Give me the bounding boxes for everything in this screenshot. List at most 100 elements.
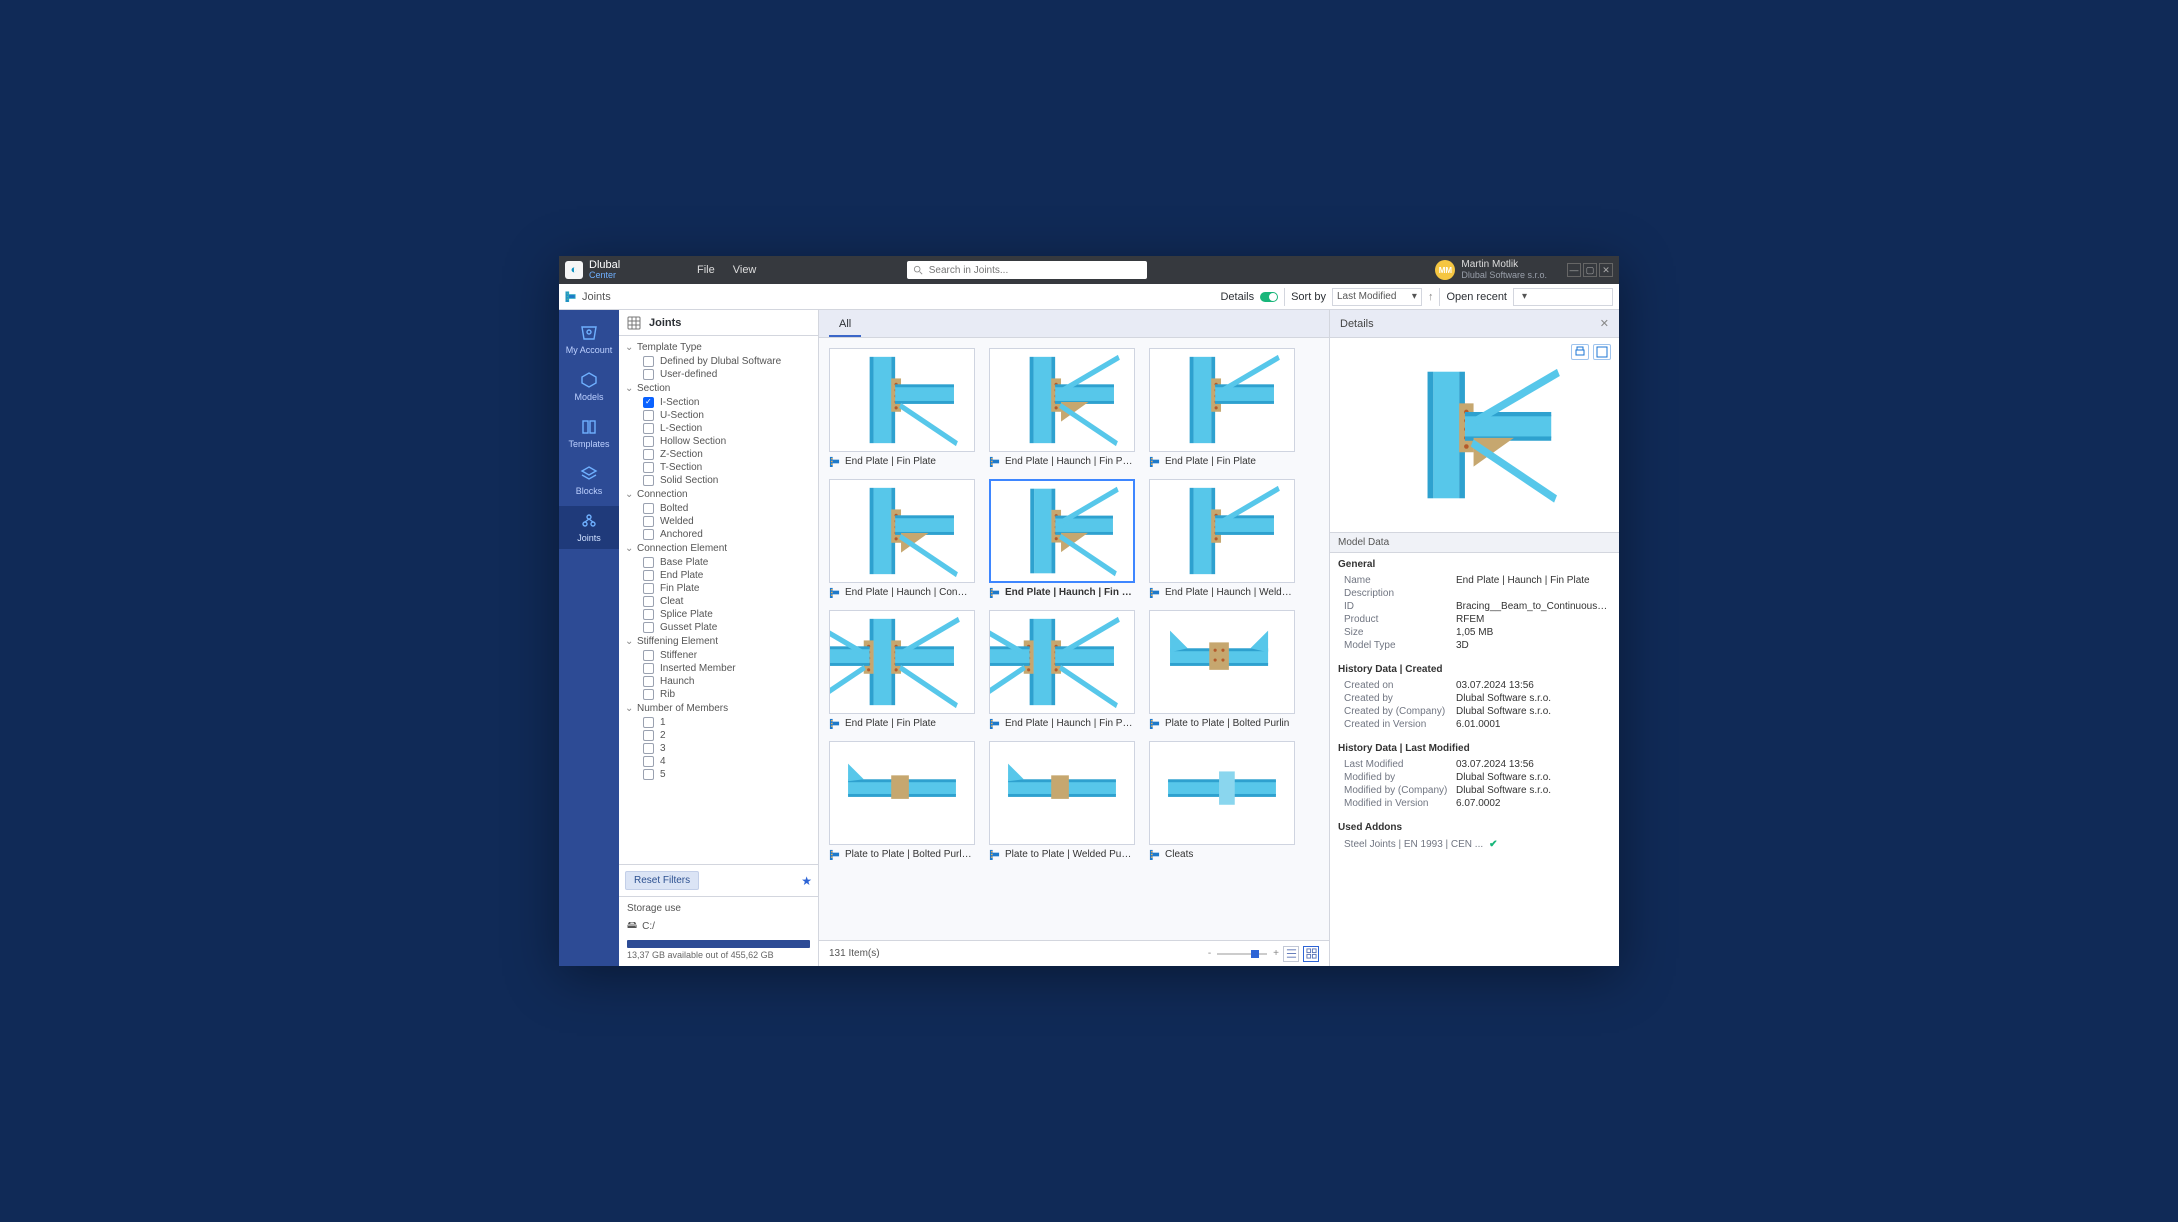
- joint-card[interactable]: Plate to Plate | Welded Purli...: [989, 741, 1135, 860]
- checkbox[interactable]: [643, 397, 654, 408]
- filter-label: Fin Plate: [660, 583, 699, 594]
- joint-card[interactable]: End Plate | Haunch | Welded ...: [1149, 479, 1295, 598]
- window-max[interactable]: ▢: [1583, 263, 1597, 277]
- filter-item[interactable]: End Plate: [643, 569, 818, 582]
- menu-view[interactable]: View: [733, 264, 757, 276]
- checkbox[interactable]: [643, 436, 654, 447]
- filter-item[interactable]: User-defined: [643, 368, 818, 381]
- filter-item[interactable]: Solid Section: [643, 474, 818, 487]
- tab-all[interactable]: All: [829, 313, 861, 337]
- checkbox[interactable]: [643, 622, 654, 633]
- checkbox[interactable]: [643, 769, 654, 780]
- checkbox[interactable]: [643, 503, 654, 514]
- filter-label: User-defined: [660, 369, 717, 380]
- zoom-control[interactable]: -+: [1208, 948, 1279, 959]
- checkbox[interactable]: [643, 583, 654, 594]
- filter-item[interactable]: 3: [643, 742, 818, 755]
- checkbox[interactable]: [643, 689, 654, 700]
- checkbox[interactable]: [643, 743, 654, 754]
- filter-group[interactable]: ⌄Number of Members: [625, 701, 818, 716]
- details-toggle[interactable]: [1260, 292, 1278, 302]
- checkbox[interactable]: [643, 676, 654, 687]
- joint-card[interactable]: End Plate | Haunch | Fin Plate: [989, 610, 1135, 729]
- nav-item-my-account[interactable]: My Account: [559, 318, 619, 361]
- nav-item-joints[interactable]: Joints: [559, 506, 619, 549]
- user-area[interactable]: MM Martin Motlik Dlubal Software s.r.o.: [1435, 260, 1547, 280]
- print-button[interactable]: [1571, 344, 1589, 360]
- filter-item[interactable]: Anchored: [643, 528, 818, 541]
- checkbox[interactable]: [643, 410, 654, 421]
- filter-item[interactable]: Bolted: [643, 502, 818, 515]
- filter-item[interactable]: U-Section: [643, 409, 818, 422]
- joint-card[interactable]: End Plate | Fin Plate: [829, 610, 975, 729]
- window-close[interactable]: ✕: [1599, 263, 1613, 277]
- checkbox[interactable]: [643, 475, 654, 486]
- window-min[interactable]: —: [1567, 263, 1581, 277]
- filter-item[interactable]: Rib: [643, 688, 818, 701]
- filter-item[interactable]: Hollow Section: [643, 435, 818, 448]
- view-grid-button[interactable]: [1303, 946, 1319, 962]
- nav-item-templates[interactable]: Templates: [559, 412, 619, 455]
- joint-card[interactable]: End Plate | Haunch | Connec...: [829, 479, 975, 598]
- checkbox[interactable]: [643, 369, 654, 380]
- nav-item-models[interactable]: Models: [559, 365, 619, 408]
- checkbox[interactable]: [643, 596, 654, 607]
- filter-item[interactable]: Inserted Member: [643, 662, 818, 675]
- checkbox[interactable]: [643, 717, 654, 728]
- filter-group[interactable]: ⌄Connection Element: [625, 541, 818, 556]
- checkbox[interactable]: [643, 663, 654, 674]
- joint-card[interactable]: Plate to Plate | Bolted Purlin: [1149, 610, 1295, 729]
- close-icon[interactable]: ✕: [1600, 317, 1609, 330]
- favorite-icon[interactable]: ★: [801, 874, 812, 888]
- checkbox[interactable]: [643, 557, 654, 568]
- sortby-select[interactable]: Last Modified ▾: [1332, 288, 1422, 306]
- joint-card[interactable]: Plate to Plate | Bolted Purlin ...: [829, 741, 975, 860]
- open-recent-select[interactable]: ▾: [1513, 288, 1613, 306]
- checkbox[interactable]: [643, 356, 654, 367]
- checkbox[interactable]: [643, 756, 654, 767]
- checkbox[interactable]: [643, 730, 654, 741]
- fullscreen-button[interactable]: [1593, 344, 1611, 360]
- checkbox[interactable]: [643, 609, 654, 620]
- filter-item[interactable]: T-Section: [643, 461, 818, 474]
- joint-card[interactable]: End Plate | Haunch | Fin Plate: [989, 348, 1135, 467]
- view-list-button[interactable]: [1283, 946, 1299, 962]
- joint-card[interactable]: Cleats: [1149, 741, 1295, 860]
- checkbox[interactable]: [643, 516, 654, 527]
- filter-item[interactable]: L-Section: [643, 422, 818, 435]
- filter-item[interactable]: 1: [643, 716, 818, 729]
- filter-item[interactable]: Welded: [643, 515, 818, 528]
- filter-group[interactable]: ⌄Template Type: [625, 340, 818, 355]
- joint-card[interactable]: End Plate | Fin Plate: [1149, 348, 1295, 467]
- filter-group[interactable]: ⌄Connection: [625, 487, 818, 502]
- filter-item[interactable]: Stiffener: [643, 649, 818, 662]
- checkbox[interactable]: [643, 529, 654, 540]
- filter-item[interactable]: Defined by Dlubal Software: [643, 355, 818, 368]
- filter-item[interactable]: Gusset Plate: [643, 621, 818, 634]
- filter-item[interactable]: 5: [643, 768, 818, 781]
- checkbox[interactable]: [643, 449, 654, 460]
- search-input[interactable]: [907, 261, 1147, 279]
- sort-direction[interactable]: ↑: [1428, 291, 1434, 303]
- filter-group[interactable]: ⌄Section: [625, 381, 818, 396]
- search-field[interactable]: [927, 264, 1141, 277]
- filter-group[interactable]: ⌄Stiffening Element: [625, 634, 818, 649]
- joint-card[interactable]: End Plate | Haunch | Fin Pl...: [989, 479, 1135, 598]
- filter-item[interactable]: Haunch: [643, 675, 818, 688]
- reset-filters-button[interactable]: Reset Filters: [625, 871, 699, 890]
- filter-item[interactable]: Fin Plate: [643, 582, 818, 595]
- filter-item[interactable]: I-Section: [643, 396, 818, 409]
- filter-item[interactable]: Cleat: [643, 595, 818, 608]
- filter-item[interactable]: 4: [643, 755, 818, 768]
- checkbox[interactable]: [643, 462, 654, 473]
- filter-item[interactable]: Base Plate: [643, 556, 818, 569]
- joint-card[interactable]: End Plate | Fin Plate: [829, 348, 975, 467]
- filter-item[interactable]: 2: [643, 729, 818, 742]
- menu-file[interactable]: File: [697, 264, 715, 276]
- checkbox[interactable]: [643, 423, 654, 434]
- checkbox[interactable]: [643, 650, 654, 661]
- filter-item[interactable]: Z-Section: [643, 448, 818, 461]
- checkbox[interactable]: [643, 570, 654, 581]
- nav-item-blocks[interactable]: Blocks: [559, 459, 619, 502]
- filter-item[interactable]: Splice Plate: [643, 608, 818, 621]
